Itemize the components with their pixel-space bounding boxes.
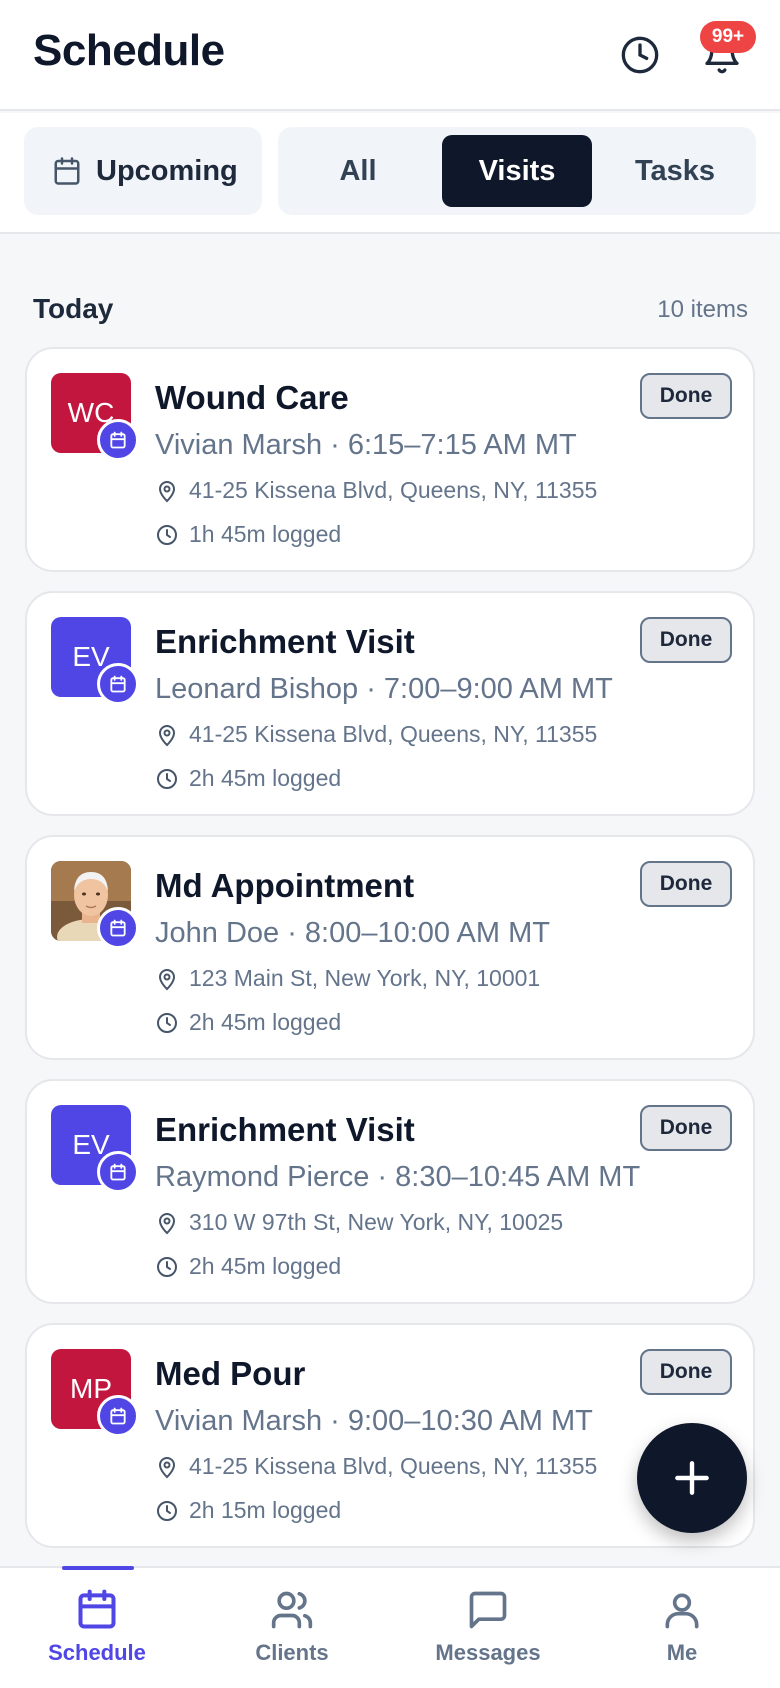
segment-tasks[interactable]: Tasks bbox=[600, 135, 750, 207]
users-icon bbox=[271, 1591, 313, 1629]
clock-icon bbox=[157, 768, 177, 789]
visit-logged-time: 2h 45m logged bbox=[189, 1253, 342, 1279]
visit-card[interactable]: WC Wound Care Vivian Marsh · 6:15–7:15 A… bbox=[25, 347, 755, 572]
visit-card[interactable]: Md Appointment John Doe · 8:00–10:00 AM … bbox=[25, 835, 755, 1060]
status-badge: Done bbox=[640, 617, 732, 663]
calendar-icon bbox=[110, 431, 126, 449]
visit-card[interactable]: EV Enrichment Visit Raymond Pierce · 8:3… bbox=[25, 1079, 755, 1304]
visit-client-time: Raymond Pierce · 8:30–10:45 AM MT bbox=[155, 1161, 641, 1193]
app-header: Schedule 99+ bbox=[0, 0, 780, 111]
visit-address: 41-25 Kissena Blvd, Queens, NY, 11355 bbox=[189, 721, 598, 747]
add-button[interactable] bbox=[637, 1423, 747, 1533]
clock-icon bbox=[157, 1012, 177, 1033]
visit-address: 41-25 Kissena Blvd, Queens, NY, 11355 bbox=[189, 1453, 598, 1479]
visit-title: Enrichment Visit bbox=[155, 1111, 415, 1148]
visit-address-row: 310 W 97th St, New York, NY, 10025 bbox=[155, 1209, 563, 1236]
visit-logged-time: 1h 45m logged bbox=[189, 521, 342, 547]
nav-item-clients[interactable]: Clients bbox=[217, 1588, 367, 1678]
visit-logged-row: 1h 45m logged bbox=[155, 521, 341, 548]
visit-type-badge bbox=[97, 663, 139, 705]
location-pin-icon bbox=[158, 724, 176, 746]
visit-card[interactable]: EV Enrichment Visit Leonard Bishop · 7:0… bbox=[25, 591, 755, 816]
filter-bar: Upcoming All Visits Tasks bbox=[0, 113, 780, 234]
visit-address-row: 123 Main St, New York, NY, 10001 bbox=[155, 965, 540, 992]
segment-visits[interactable]: Visits bbox=[442, 135, 592, 207]
bottom-nav: Schedule Clients Messages Me bbox=[0, 1566, 780, 1688]
nav-label: Schedule bbox=[48, 1640, 146, 1665]
visit-client-time: Vivian Marsh · 6:15–7:15 AM MT bbox=[155, 429, 577, 461]
page-title: Schedule bbox=[33, 26, 225, 75]
visit-type-badge bbox=[97, 907, 139, 949]
visit-title: Wound Care bbox=[155, 379, 349, 416]
nav-item-schedule[interactable]: Schedule bbox=[22, 1588, 172, 1678]
clock-icon bbox=[157, 524, 177, 545]
nav-item-me[interactable]: Me bbox=[607, 1588, 757, 1678]
section-count: 10 items bbox=[657, 296, 748, 323]
status-badge: Done bbox=[640, 861, 732, 907]
visit-logged-time: 2h 15m logged bbox=[189, 1497, 342, 1523]
visit-client-time: Leonard Bishop · 7:00–9:00 AM MT bbox=[155, 673, 613, 705]
visit-address: 41-25 Kissena Blvd, Queens, NY, 11355 bbox=[189, 477, 598, 503]
notification-badge: 99+ bbox=[700, 21, 756, 53]
calendar-icon bbox=[110, 919, 126, 937]
visit-address: 310 W 97th St, New York, NY, 10025 bbox=[189, 1209, 564, 1235]
nav-item-messages[interactable]: Messages bbox=[413, 1588, 563, 1678]
plus-icon bbox=[675, 1461, 709, 1495]
calendar-icon bbox=[54, 157, 80, 185]
visit-address-row: 41-25 Kissena Blvd, Queens, NY, 11355 bbox=[155, 477, 597, 504]
visit-title: Enrichment Visit bbox=[155, 623, 415, 660]
upcoming-filter-button[interactable]: Upcoming bbox=[24, 127, 262, 215]
nav-label: Clients bbox=[255, 1640, 329, 1665]
visit-client-time: John Doe · 8:00–10:00 AM MT bbox=[155, 917, 550, 949]
visit-title: Md Appointment bbox=[155, 867, 415, 904]
history-button[interactable] bbox=[615, 30, 665, 80]
calendar-icon bbox=[78, 1589, 116, 1629]
visit-logged-time: 2h 45m logged bbox=[189, 765, 342, 791]
clock-icon bbox=[157, 1500, 177, 1521]
location-pin-icon bbox=[158, 1456, 176, 1478]
visit-address: 123 Main St, New York, NY, 10001 bbox=[189, 965, 541, 991]
visit-logged-row: 2h 45m logged bbox=[155, 765, 341, 792]
visit-type-badge bbox=[97, 1151, 139, 1193]
location-pin-icon bbox=[158, 968, 176, 990]
nav-label: Messages bbox=[435, 1640, 541, 1665]
status-badge: Done bbox=[640, 373, 732, 419]
status-badge: Done bbox=[640, 1349, 732, 1395]
active-tab-indicator bbox=[62, 1566, 134, 1570]
visit-title: Med Pour bbox=[155, 1355, 306, 1392]
visit-card[interactable]: MP Med Pour Vivian Marsh · 9:00–10:30 AM… bbox=[25, 1323, 755, 1548]
calendar-icon bbox=[110, 1163, 126, 1181]
message-icon bbox=[469, 1591, 507, 1629]
user-icon bbox=[665, 1593, 699, 1629]
visit-logged-row: 2h 45m logged bbox=[155, 1253, 341, 1280]
calendar-icon bbox=[110, 675, 126, 693]
visit-client-time: Vivian Marsh · 9:00–10:30 AM MT bbox=[155, 1405, 593, 1437]
clock-icon bbox=[621, 36, 659, 74]
visit-logged-time: 2h 45m logged bbox=[189, 1009, 342, 1035]
visit-logged-row: 2h 15m logged bbox=[155, 1497, 341, 1524]
visit-logged-row: 2h 45m logged bbox=[155, 1009, 341, 1036]
visit-type-badge bbox=[97, 1395, 139, 1437]
section-title: Today bbox=[33, 293, 114, 324]
segment-all[interactable]: All bbox=[283, 135, 433, 207]
calendar-icon bbox=[110, 1407, 126, 1425]
status-badge: Done bbox=[640, 1105, 732, 1151]
visit-address-row: 41-25 Kissena Blvd, Queens, NY, 11355 bbox=[155, 721, 597, 748]
nav-label: Me bbox=[666, 1640, 698, 1665]
clock-icon bbox=[157, 1256, 177, 1277]
location-pin-icon bbox=[158, 1212, 176, 1234]
type-segment-control: All Visits Tasks bbox=[278, 127, 756, 215]
upcoming-label: Upcoming bbox=[96, 154, 238, 187]
location-pin-icon bbox=[158, 480, 176, 502]
visit-address-row: 41-25 Kissena Blvd, Queens, NY, 11355 bbox=[155, 1453, 597, 1480]
visit-type-badge bbox=[97, 419, 139, 461]
